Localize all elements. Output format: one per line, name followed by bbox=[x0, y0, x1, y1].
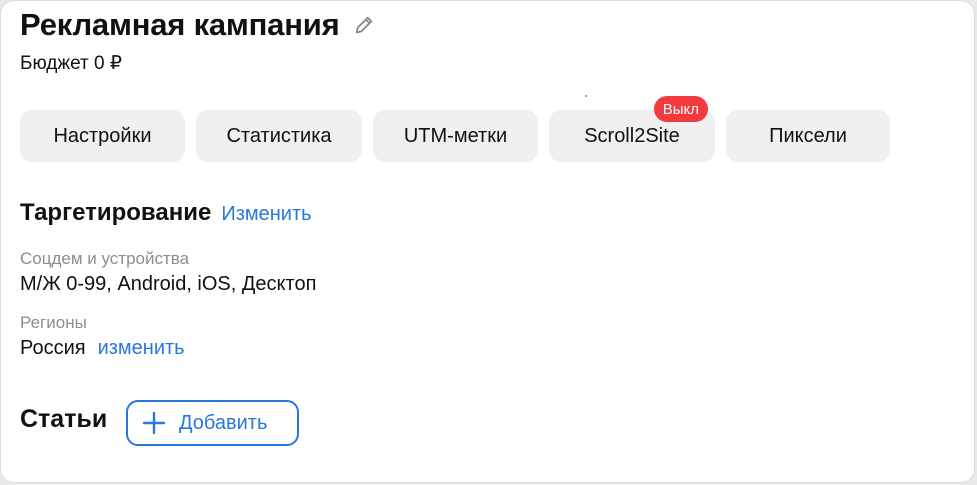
tabs-bar: Настройки Статистика UTM-метки Scroll2Si… bbox=[20, 96, 901, 162]
regions-change-link[interactable]: изменить bbox=[98, 337, 185, 360]
page-title: Рекламная кампания bbox=[20, 7, 340, 42]
targeting-header: Таргетирование Изменить bbox=[20, 199, 312, 227]
tab-utm-tags[interactable]: UTM-метки bbox=[373, 110, 538, 162]
audience-value: М/Ж 0-99, Android, iOS, Десктоп bbox=[20, 273, 317, 295]
regions-value: Россия bbox=[20, 337, 86, 359]
tab-label: Настройки bbox=[53, 124, 152, 147]
targeting-change-link[interactable]: Изменить bbox=[221, 203, 311, 226]
tab-label: Пиксели bbox=[769, 124, 847, 147]
add-button-label: Добавить bbox=[179, 411, 268, 434]
status-badge: Выкл bbox=[653, 96, 708, 122]
tab-statistics[interactable]: Статистика bbox=[196, 110, 362, 162]
targeting-title: Таргетирование bbox=[20, 199, 212, 226]
add-article-button[interactable]: Добавить bbox=[126, 400, 299, 446]
pencil-icon[interactable] bbox=[352, 13, 376, 37]
title-row: Рекламная кампания bbox=[20, 7, 376, 43]
regions-row: Россия изменить bbox=[20, 337, 185, 360]
plus-icon bbox=[142, 411, 166, 435]
tab-label: Scroll2Site bbox=[584, 124, 680, 147]
decorative-dot bbox=[585, 95, 587, 97]
tab-scroll2site[interactable]: Scroll2Site Выкл bbox=[549, 96, 715, 162]
audience-label: Соцдем и устройства bbox=[20, 249, 190, 268]
tab-pixels[interactable]: Пиксели bbox=[726, 110, 890, 162]
regions-label: Регионы bbox=[20, 313, 87, 332]
tab-label: UTM-метки bbox=[403, 124, 508, 147]
tab-label: Статистика bbox=[226, 124, 332, 147]
campaign-card: Рекламная кампания Бюджет 0 ₽ Настройки … bbox=[0, 0, 975, 483]
tab-settings[interactable]: Настройки bbox=[20, 110, 185, 162]
articles-title: Статьи bbox=[20, 405, 108, 433]
budget-text: Бюджет 0 ₽ bbox=[20, 53, 122, 74]
